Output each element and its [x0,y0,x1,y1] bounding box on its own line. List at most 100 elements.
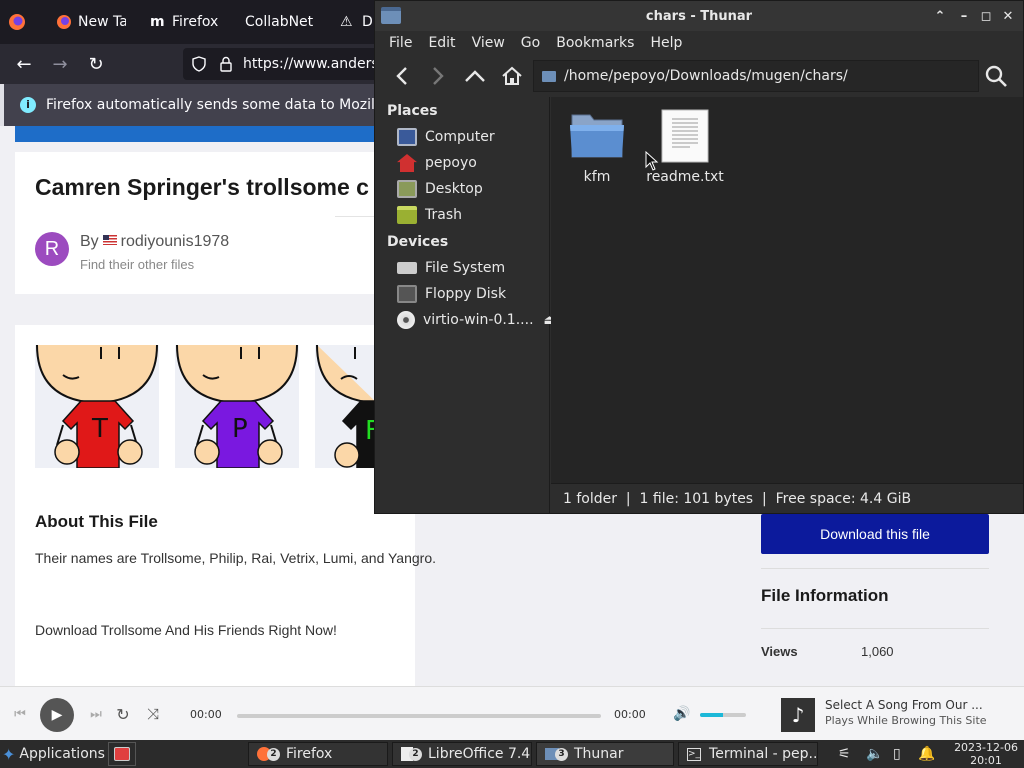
shirt-letter: P [232,414,248,444]
play-button[interactable]: ▶ [40,698,74,732]
sidebar-item-trash[interactable]: Trash [397,203,462,227]
divider [761,628,989,629]
trash-icon [397,206,417,224]
title-bar[interactable]: chars - Thunar ⌃ – ◻ ✕ [375,1,1023,31]
taskbar-label: Thunar [574,746,624,762]
sidebar-item-desktop[interactable]: Desktop [397,177,483,201]
character-thumbnail[interactable]: T [35,345,159,468]
taskbar-thunar[interactable]: 3 Thunar [536,742,674,766]
shuffle-button[interactable]: ⤨ [144,705,162,723]
skip-back-icon: ⏮ [14,706,26,722]
taskbar-terminal[interactable]: >_ Terminal - pep... [678,742,818,766]
forward-button[interactable] [425,63,451,89]
arrow-right-icon: → [52,53,68,75]
download-button[interactable]: Download this file [761,514,989,554]
file-name: kfm [583,169,611,185]
views-label: Views [761,644,798,659]
reload-button[interactable]: ↻ [84,52,108,76]
progress-slider[interactable] [237,714,601,718]
volume-slider[interactable] [700,713,746,717]
taskbar-firefox[interactable]: 2 Firefox [248,742,388,766]
next-button[interactable]: ⏭ [88,706,104,722]
folder-icon [542,70,556,82]
parent-folder-button[interactable] [462,63,488,89]
xfce-logo-icon: ✦ [2,744,16,764]
avatar[interactable]: R [35,232,69,266]
other-files-link[interactable]: Find their other files [80,257,194,272]
lock-icon[interactable] [219,56,233,72]
current-time: 00:00 [190,708,222,721]
sidebar-item-computer[interactable]: Computer [397,125,495,149]
taskbar-label: Firefox [286,746,333,762]
status-text: 1 folder | 1 file: 101 bytes | Free spac… [563,490,912,507]
repeat-button[interactable]: ↻ [114,704,132,724]
location-path: /home/pepoyo/Downloads/mugen/chars/ [564,68,848,84]
taskbar-label: Terminal - pep... [709,746,818,762]
minimize-icon: – [960,8,968,24]
launcher-button[interactable] [108,742,136,766]
previous-button[interactable]: ⏮ [12,706,28,722]
notification-bell-icon[interactable]: 🔔 [918,742,934,766]
taskbar-libreoffice[interactable]: 2 LibreOffice 7.4 [392,742,532,766]
cdrom-icon [397,311,415,329]
back-button[interactable] [389,63,415,89]
home-icon [502,66,522,85]
location-bar[interactable]: /home/pepoyo/Downloads/mugen/chars/ [533,60,979,92]
url-bar[interactable]: https://www.anders [183,48,403,80]
chevron-right-icon [433,67,444,85]
tab-collabnet[interactable]: CollabNet [245,0,335,44]
character-thumbnail[interactable]: F [315,345,375,468]
clock-time: 20:01 [970,754,1002,767]
tab-firefox[interactable]: m Firefox [150,0,218,44]
search-button[interactable] [983,63,1009,89]
url-text: https://www.anders [243,56,379,72]
back-button[interactable]: ← [12,52,36,76]
menu-help[interactable]: Help [642,35,690,51]
status-bar: 1 folder | 1 file: 101 bytes | Free spac… [551,483,1023,513]
us-flag-icon [102,235,117,245]
tab-new-tab[interactable]: New Ta [56,0,126,44]
author-link[interactable]: rodiyounis1978 [121,233,230,250]
forward-button[interactable]: → [48,52,72,76]
menu-bookmarks[interactable]: Bookmarks [548,35,642,51]
close-icon: ✕ [1002,8,1014,24]
menu-go[interactable]: Go [513,35,548,51]
file-item[interactable]: kfm [555,109,639,185]
devices-heading: Devices [387,234,449,250]
firefox-menu-icon[interactable] [8,0,32,44]
volume-icon[interactable]: 🔈 [866,742,884,766]
character-thumbnail[interactable]: P [175,345,299,468]
shield-icon[interactable] [191,56,207,72]
menu-file[interactable]: File [381,35,420,51]
home-button[interactable] [499,63,525,89]
menu-edit[interactable]: Edit [420,35,463,51]
repeat-icon: ↻ [116,704,130,724]
music-note-icon: ♪ [781,698,815,732]
network-icon[interactable]: ⚟ [838,742,856,766]
applications-label: Applications [19,746,105,762]
about-paragraph: Download Trollsome And His Friends Right… [35,622,337,638]
sidebar-item-pepoyo[interactable]: pepoyo [397,151,477,175]
close-button[interactable]: ✕ [999,7,1017,25]
file-name: readme.txt [646,169,724,185]
sidebar-item-file-system[interactable]: File System [397,256,505,280]
window-count-badge: 2 [409,747,422,761]
total-time: 00:00 [614,708,646,721]
maximize-button[interactable]: ◻ [977,7,995,25]
battery-icon[interactable]: ▯ [893,742,909,766]
file-item[interactable]: readme.txt [643,109,727,185]
applications-menu-button[interactable]: ✦ Applications [2,742,105,766]
sidebar-item-floppy-disk[interactable]: Floppy Disk [397,282,506,306]
tab-di[interactable]: ⚠ Di [340,0,374,44]
window-count-badge: 2 [267,747,280,761]
desktop-icon [397,180,417,198]
search-icon [985,65,1007,87]
sidebar-item-virtio[interactable]: virtio-win-0.1.... ⏏ [397,308,556,332]
chevron-left-icon [396,67,407,85]
shade-button[interactable]: ⌃ [931,7,949,25]
volume-button[interactable]: 🔊 [673,705,691,723]
menu-view[interactable]: View [464,35,513,51]
clock[interactable]: 2023-12-06 20:01 [954,741,1018,767]
minimize-button[interactable]: – [955,7,973,25]
app-launcher-icon [114,747,130,761]
